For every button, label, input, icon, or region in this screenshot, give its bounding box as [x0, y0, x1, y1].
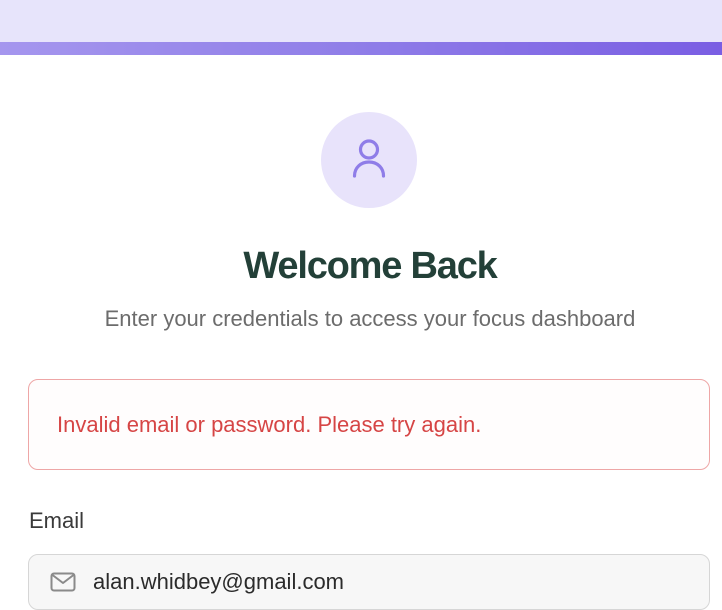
email-field-wrapper[interactable] [28, 554, 710, 610]
login-card: Welcome Back Enter your credentials to a… [0, 55, 722, 610]
email-label: Email [29, 508, 85, 533]
error-message: Invalid email or password. Please try ag… [57, 411, 482, 437]
top-band [0, 0, 722, 42]
page-subtitle: Enter your credentials to access your fo… [104, 306, 636, 331]
error-alert: Invalid email or password. Please try ag… [28, 379, 710, 470]
user-icon [345, 134, 393, 187]
email-field[interactable] [91, 568, 695, 596]
avatar [321, 112, 417, 208]
accent-bar [0, 42, 722, 55]
page-title: Welcome Back [243, 245, 497, 287]
